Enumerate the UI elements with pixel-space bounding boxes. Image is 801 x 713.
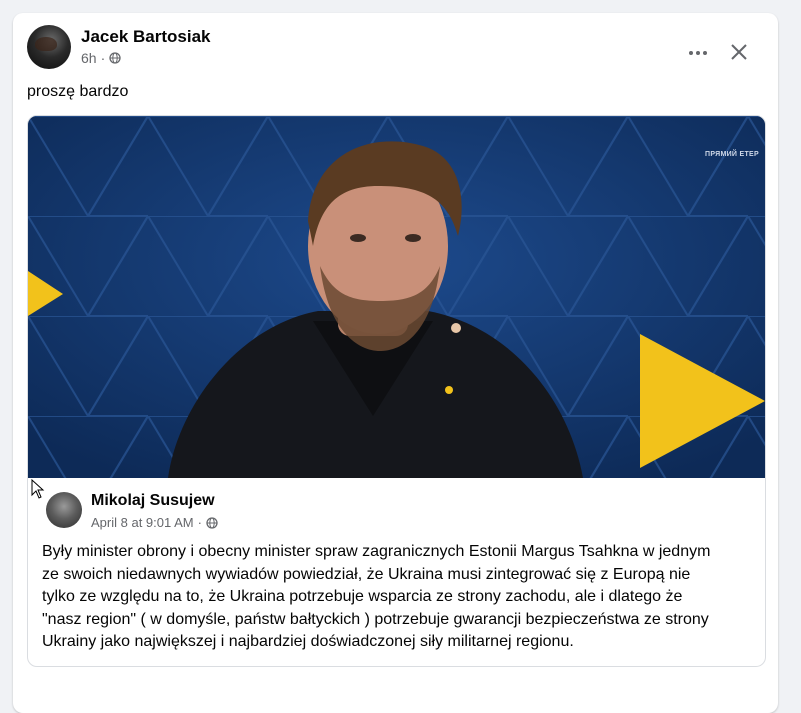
shared-post-time[interactable]: April 8 at 9:01 AM	[91, 515, 194, 530]
close-button[interactable]	[722, 35, 756, 69]
shared-post[interactable]: ПРЯМИЙ ЕТЕР Mikolaj Susujew April 8 at 9…	[27, 115, 766, 667]
shared-author-avatar[interactable]	[46, 492, 82, 528]
author-avatar[interactable]	[27, 25, 71, 69]
mouse-cursor-icon	[31, 479, 45, 499]
shared-post-meta: April 8 at 9:01 AM ·	[91, 515, 218, 530]
video-thumbnail[interactable]: ПРЯМИЙ ЕТЕР	[28, 116, 765, 478]
video-frame-illustration	[28, 116, 765, 478]
close-icon	[731, 44, 747, 60]
post-time[interactable]: 6h	[81, 50, 97, 66]
shared-text-line: Ukrainy jako największej i najbardziej d…	[42, 633, 574, 650]
shared-text-line: "nasz region" ( w domyśle, państw bałtyc…	[42, 610, 709, 628]
more-options-button[interactable]	[684, 43, 712, 63]
meta-separator: ·	[197, 515, 202, 530]
meta-separator: ·	[100, 50, 106, 66]
shared-post-text: Były minister obrony i obecny minister s…	[42, 541, 758, 654]
post-card: Jacek Bartosiak 6h · proszę bardzo ПРЯМИ…	[13, 13, 778, 713]
post-meta: 6h ·	[81, 50, 121, 66]
globe-icon	[206, 516, 218, 529]
shared-author-row: Mikolaj Susujew April 8 at 9:01 AM ·	[46, 492, 747, 532]
shared-text-line: tylko ze względu na to, że Ukraina potrz…	[42, 588, 683, 605]
more-horizontal-icon	[689, 51, 693, 55]
shared-author-name[interactable]: Mikolaj Susujew	[91, 492, 215, 510]
shared-text-line: ze swoich niedawnych wywiadów powiedział…	[42, 565, 691, 583]
video-caption: ПРЯМИЙ ЕТЕР	[705, 151, 759, 158]
post-header: Jacek Bartosiak 6h ·	[27, 25, 764, 73]
shared-text-line: Były minister obrony i obecny minister s…	[42, 543, 711, 560]
post-text: proszę bardzo	[27, 83, 129, 100]
author-name[interactable]: Jacek Bartosiak	[81, 27, 210, 47]
globe-icon	[109, 52, 121, 64]
